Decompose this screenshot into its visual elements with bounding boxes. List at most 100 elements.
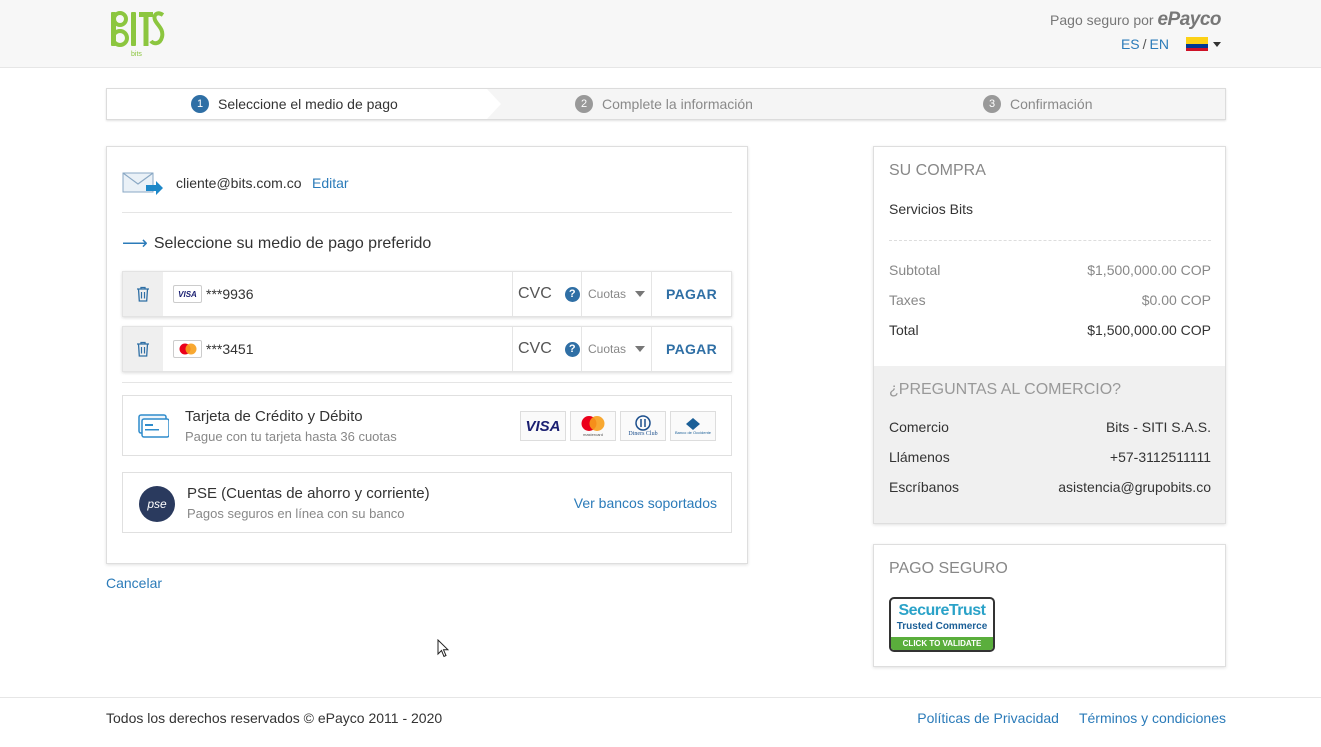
merchant-label: Comercio bbox=[889, 419, 949, 435]
header: bits Pago seguro por ePayco ES / EN bbox=[0, 0, 1321, 68]
cancel-link[interactable]: Cancelar bbox=[106, 575, 162, 591]
merchant-questions: ¿PREGUNTAS AL COMERCIO? Comercio Bits - … bbox=[874, 366, 1225, 523]
email-row: cliente@bits.com.co Editar bbox=[122, 169, 732, 213]
brand-label: VISA bbox=[525, 417, 561, 435]
lang-es-link[interactable]: ES bbox=[1121, 36, 1140, 52]
method-subtitle: Pague con tu tarjeta hasta 36 cuotas bbox=[185, 429, 397, 444]
supported-banks-link[interactable]: Ver bancos soportados bbox=[574, 495, 717, 511]
banco-mark bbox=[686, 417, 700, 430]
saved-card-row: VISA ***9936 CVC ? Cuotas PAGAR bbox=[122, 271, 732, 317]
pse-icon: pse bbox=[139, 486, 175, 522]
mastercard-icon: mastercard bbox=[570, 411, 616, 441]
badge-validate: CLICK TO VALIDATE bbox=[891, 637, 993, 650]
subtotal-value: $1,500,000.00 COP bbox=[1087, 262, 1211, 278]
secure-heading: PAGO SEGURO bbox=[889, 560, 1008, 577]
payment-method-panel: cliente@bits.com.co Editar ⟶ Seleccione … bbox=[106, 146, 748, 564]
merchant-row: Comercio Bits - SITI S.A.S. bbox=[889, 419, 1211, 435]
lang-separator: / bbox=[1142, 36, 1147, 52]
card-info: VISA ***9936 bbox=[163, 272, 513, 316]
visa-logo-text: VISA bbox=[178, 289, 197, 299]
phone-value: +57-3112511111 bbox=[1109, 449, 1211, 465]
merchant-value: Bits - SITI S.A.S. bbox=[1105, 419, 1211, 435]
brand-label: mastercard bbox=[582, 432, 603, 437]
divider bbox=[889, 240, 1211, 241]
masked-card-number: ***9936 bbox=[206, 286, 254, 302]
taxes-label: Taxes bbox=[889, 292, 926, 308]
help-icon[interactable]: ? bbox=[564, 341, 580, 357]
cvc-placeholder: CVC bbox=[518, 340, 552, 357]
secure-payment-panel: PAGO SEGURO SecureTrust Trusted Commerce… bbox=[873, 544, 1226, 667]
visa-icon: VISA bbox=[173, 285, 202, 303]
purchase-summary: SU COMPRA Servicios Bits Subtotal $1,500… bbox=[873, 146, 1226, 524]
total-value: $1,500,000.00 COP bbox=[1087, 322, 1211, 338]
total-row: Total $1,500,000.00 COP bbox=[889, 322, 1211, 338]
contact-email-label: Escríbanos bbox=[889, 479, 960, 495]
banco-occidente-icon: Banco de Occidente bbox=[670, 411, 716, 441]
language-switch: ES / EN bbox=[1121, 36, 1221, 52]
cvc-input[interactable]: CVC ? bbox=[513, 272, 582, 316]
pay-button[interactable]: PAGAR bbox=[652, 272, 731, 316]
footer: Todos los derechos reservados © ePayco 2… bbox=[0, 697, 1321, 747]
email-icon bbox=[122, 172, 163, 195]
section-title-text: Seleccione su medio de pago preferido bbox=[153, 234, 432, 252]
bits-logo[interactable]: bits bbox=[109, 9, 165, 59]
step-label: Complete la información bbox=[602, 96, 753, 112]
mastercard-icon bbox=[173, 340, 202, 358]
arrow-right-icon: ⟶ bbox=[122, 233, 148, 253]
securetrust-badge[interactable]: SecureTrust Trusted Commerce CLICK TO VA… bbox=[889, 597, 995, 652]
edit-email-link[interactable]: Editar bbox=[312, 175, 349, 191]
questions-heading: ¿PREGUNTAS AL COMERCIO? bbox=[889, 381, 1122, 398]
epayco-brand: ePayco bbox=[1157, 9, 1221, 30]
delete-card-button[interactable] bbox=[123, 272, 163, 316]
chevron-down-icon[interactable] bbox=[1213, 41, 1221, 47]
summary-heading: SU COMPRA bbox=[889, 162, 986, 179]
phone-row: Llámenos +57-3112511111 bbox=[889, 449, 1211, 465]
installments-value: Cuotas bbox=[588, 287, 627, 301]
diners-mark bbox=[635, 415, 651, 431]
visa-icon: VISA bbox=[520, 411, 566, 441]
total-label: Total bbox=[889, 322, 919, 338]
pse-method[interactable]: pse PSE (Cuentas de ahorro y corriente) … bbox=[122, 472, 732, 533]
lang-en-link[interactable]: EN bbox=[1150, 36, 1169, 52]
secure-prefix: Pago seguro por bbox=[1050, 12, 1154, 28]
credit-debit-method[interactable]: Tarjeta de Crédito y Débito Pague con tu… bbox=[122, 395, 732, 456]
saved-card-row: ***3451 CVC ? Cuotas PAGAR bbox=[122, 326, 732, 372]
footer-links: Políticas de Privacidad Términos y condi… bbox=[917, 710, 1226, 726]
purchase-item: Servicios Bits bbox=[889, 201, 974, 217]
section-title: ⟶ Seleccione su medio de pago preferido bbox=[122, 233, 431, 254]
step-2: 2 Complete la información bbox=[575, 95, 753, 113]
delete-card-button[interactable] bbox=[123, 327, 163, 371]
checkout-stepper: 1 Seleccione el medio de pago 2 Complete… bbox=[106, 88, 1226, 120]
terms-link[interactable]: Términos y condiciones bbox=[1079, 710, 1226, 726]
installments-select[interactable]: Cuotas bbox=[582, 327, 652, 371]
colombia-flag-icon[interactable] bbox=[1186, 37, 1208, 51]
subtotal-label: Subtotal bbox=[889, 262, 941, 278]
card-info: ***3451 bbox=[163, 327, 513, 371]
step-label: Confirmación bbox=[1010, 96, 1093, 112]
chevron-down-icon bbox=[635, 291, 645, 297]
brand-label: Diners Club bbox=[628, 431, 658, 437]
phone-label: Llámenos bbox=[889, 449, 950, 465]
help-icon[interactable]: ? bbox=[564, 286, 580, 302]
pay-button[interactable]: PAGAR bbox=[652, 327, 731, 371]
step-3: 3 Confirmación bbox=[983, 95, 1092, 113]
mouse-cursor-icon bbox=[437, 639, 449, 658]
trash-icon bbox=[137, 286, 149, 302]
taxes-value: $0.00 COP bbox=[1141, 292, 1211, 308]
cvc-placeholder: CVC bbox=[518, 285, 552, 302]
step-label: Seleccione el medio de pago bbox=[218, 96, 398, 112]
step-number: 1 bbox=[191, 95, 209, 113]
badge-title: SecureTrust bbox=[898, 602, 986, 619]
email-row: Escríbanos asistencia@grupobits.co bbox=[889, 479, 1211, 495]
brand-label: Banco de Occidente bbox=[674, 429, 712, 435]
method-title: PSE (Cuentas de ahorro y corriente) bbox=[187, 485, 430, 502]
method-subtitle: Pagos seguros en línea con su banco bbox=[187, 506, 405, 521]
taxes-row: Taxes $0.00 COP bbox=[889, 292, 1211, 308]
copyright: Todos los derechos reservados © ePayco 2… bbox=[106, 710, 443, 726]
cvc-input[interactable]: CVC ? bbox=[513, 327, 582, 371]
installments-select[interactable]: Cuotas bbox=[582, 272, 652, 316]
step-number: 3 bbox=[983, 95, 1001, 113]
privacy-link[interactable]: Políticas de Privacidad bbox=[917, 710, 1059, 726]
subtotal-row: Subtotal $1,500,000.00 COP bbox=[889, 262, 1211, 278]
method-title: Tarjeta de Crédito y Débito bbox=[185, 408, 363, 425]
